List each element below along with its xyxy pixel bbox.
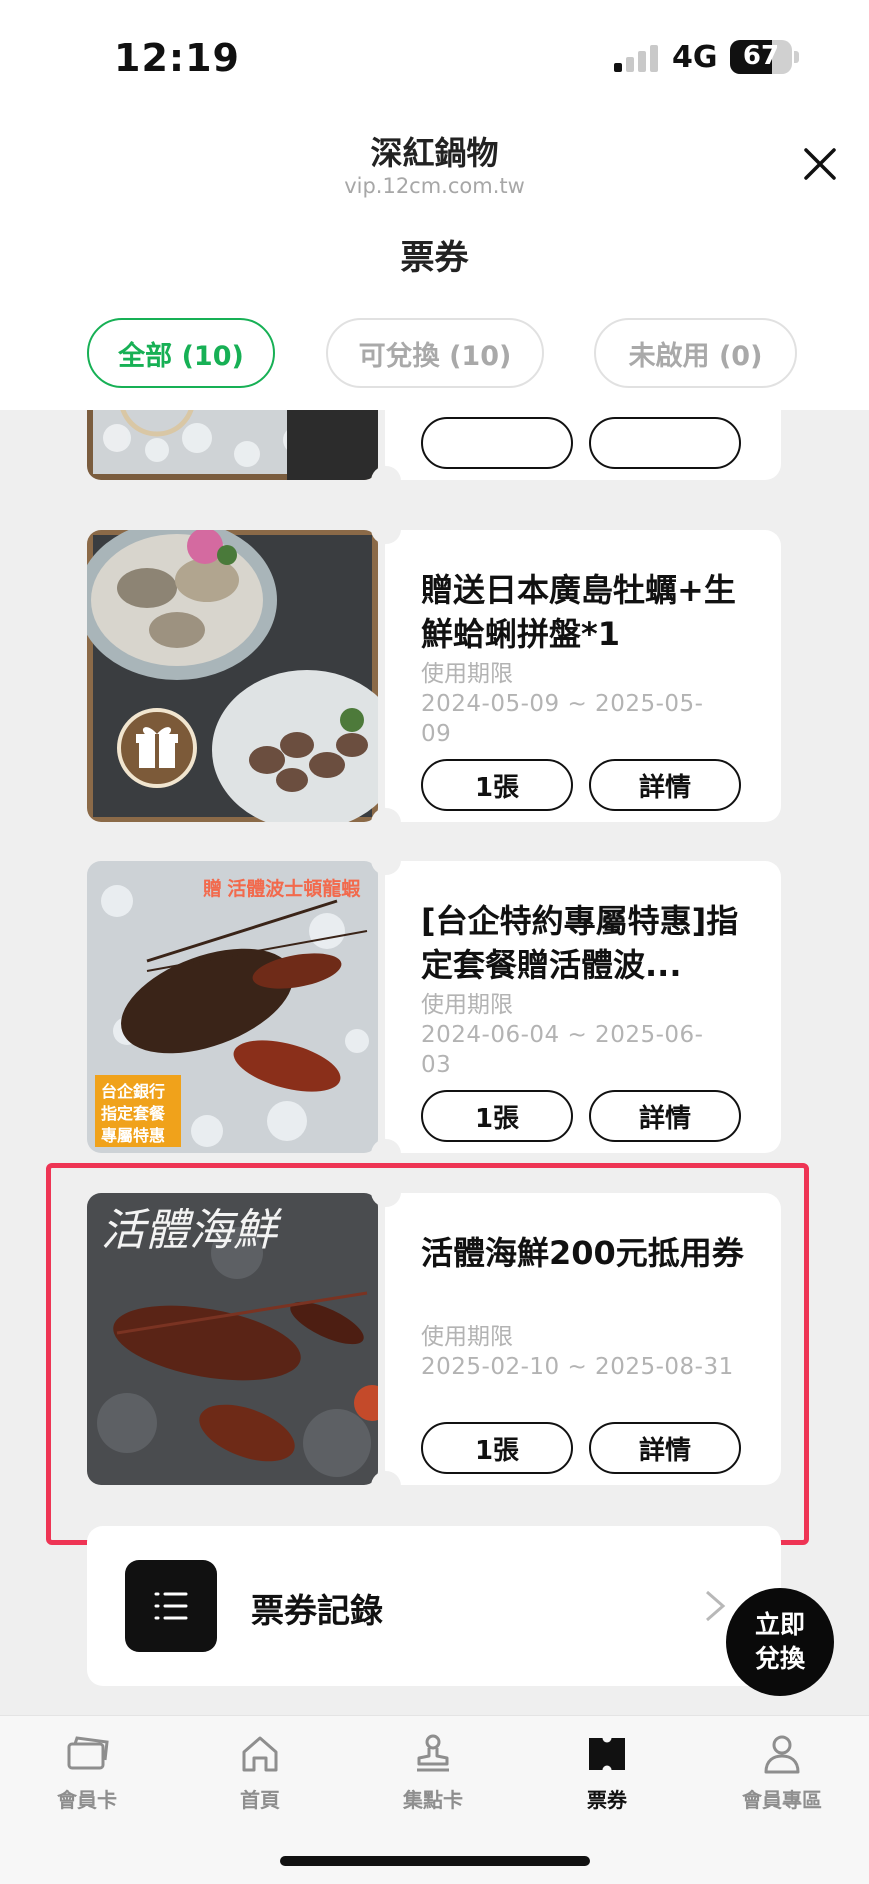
- coupon-period-label: 使用期限: [421, 1324, 513, 1350]
- coupon-image: [87, 410, 378, 480]
- network-type: 4G: [672, 40, 718, 75]
- coupon-period-label: 使用期限: [421, 992, 513, 1018]
- app-title: 深紅鍋物: [370, 134, 499, 172]
- member-card-icon: [67, 1736, 109, 1770]
- stamp-icon: [417, 1734, 449, 1772]
- person-icon: [764, 1735, 800, 1774]
- coupon-name: 贈送日本廣島牡蠣+生鮮蛤蜊拼盤*1: [421, 571, 736, 653]
- ticket-notch: [371, 514, 401, 544]
- detail-button[interactable]: [589, 417, 741, 469]
- nav-label: 會員卡: [57, 1788, 117, 1812]
- coupon-period-date-cont: 09: [421, 721, 452, 747]
- nav-tickets[interactable]: 票券: [537, 1730, 677, 1813]
- quantity-button[interactable]: 1張: [421, 759, 573, 811]
- ticket-icon: [589, 1733, 625, 1775]
- tab-inactive[interactable]: 未啟用 (0): [594, 318, 797, 388]
- coupon-period-label: 使用期限: [421, 661, 513, 687]
- status-bar: 12:19 4G 67: [0, 0, 869, 110]
- coupon-image-oyster: [87, 530, 378, 822]
- coupon-name: 活體海鮮200元抵用券: [421, 1234, 744, 1272]
- status-time: 12:19: [114, 36, 240, 80]
- tab-redeemable[interactable]: 可兌換 (10): [326, 318, 544, 388]
- chevron-right-icon: [706, 1590, 726, 1622]
- coupon-info: 活體海鮮200元抵用券 使用期限 2025-02-10 ~ 2025-08-31…: [385, 1193, 781, 1485]
- list-icon: [125, 1560, 217, 1652]
- coupon-card[interactable]: 活體海鮮 活體海鮮200元抵用券 使用期限 2025-02-10 ~ 2025-…: [87, 1177, 781, 1501]
- svg-text:專屬特惠: 專屬特惠: [101, 1126, 165, 1145]
- quantity-button[interactable]: 1張: [421, 1090, 573, 1142]
- nav-stamp-card[interactable]: 集點卡: [363, 1730, 503, 1813]
- detail-button[interactable]: 詳情: [589, 1422, 741, 1474]
- detail-button[interactable]: 詳情: [589, 1090, 741, 1142]
- close-button[interactable]: [796, 140, 844, 188]
- coupon-card[interactable]: 贈 活體波士頓龍蝦 台企銀行 指定套餐 專屬特惠 [台企特約專屬特惠]指定套餐贈…: [87, 845, 781, 1169]
- battery-nub: [794, 51, 799, 63]
- coupon-period-date: 2024-06-04 ~ 2025-06-: [421, 1022, 704, 1048]
- redeem-now-line2: 兌換: [754, 1644, 805, 1673]
- ticket-notch: [371, 1139, 401, 1169]
- coupon-image-seafood: 活體海鮮: [87, 1193, 378, 1485]
- coupon-list[interactable]: 贈送日本廣島牡蠣+生鮮蛤蜊拼盤*1 使用期限 2024-05-09 ~ 2025…: [0, 410, 869, 1715]
- ticket-records-row[interactable]: 票券記錄: [87, 1526, 781, 1686]
- coupon-info: 贈送日本廣島牡蠣+生鮮蛤蜊拼盤*1 使用期限 2024-05-09 ~ 2025…: [385, 530, 781, 822]
- coupon-period-date-cont: 03: [421, 1052, 452, 1078]
- close-icon: [804, 148, 836, 180]
- coupon-period-date: 2024-05-09 ~ 2025-05-: [421, 691, 704, 717]
- ticket-notch: [371, 466, 401, 496]
- home-indicator: [280, 1856, 590, 1866]
- nav-label: 會員專區: [742, 1788, 822, 1812]
- svg-text:台企銀行: 台企銀行: [101, 1082, 165, 1101]
- redeem-now-line1: 立即: [754, 1610, 805, 1639]
- quantity-button[interactable]: [421, 417, 573, 469]
- coupon-period-date: 2025-02-10 ~ 2025-08-31: [421, 1354, 734, 1380]
- page-title: 票券: [400, 238, 469, 278]
- coupon-card[interactable]: 贈送日本廣島牡蠣+生鮮蛤蜊拼盤*1 使用期限 2024-05-09 ~ 2025…: [87, 514, 781, 838]
- coupon-name: [台企特約專屬特惠]指定套餐贈活體波...: [421, 902, 739, 984]
- app-url: vip.12cm.com.tw: [344, 174, 525, 198]
- quantity-button[interactable]: 1張: [421, 1422, 573, 1474]
- coupon-info: [385, 410, 781, 480]
- nav-home[interactable]: 首頁: [190, 1730, 330, 1813]
- ticket-notch: [371, 1177, 401, 1207]
- battery-icon: 67: [730, 40, 792, 74]
- ticket-notch: [371, 845, 401, 875]
- tab-all[interactable]: 全部 (10): [87, 318, 275, 388]
- nav-member-card[interactable]: 會員卡: [17, 1730, 157, 1813]
- nav-label: 首頁: [240, 1788, 280, 1812]
- nav-label: 票券: [587, 1788, 627, 1812]
- coupon-image-lobster: 贈 活體波士頓龍蝦 台企銀行 指定套餐 專屬特惠: [87, 861, 378, 1153]
- nav-label: 集點卡: [403, 1788, 463, 1812]
- coupon-card-partial[interactable]: [87, 410, 781, 496]
- ticket-notch: [371, 808, 401, 838]
- svg-text:活體海鮮: 活體海鮮: [101, 1205, 283, 1256]
- ticket-notch: [371, 1471, 401, 1501]
- battery-level: 67: [742, 41, 780, 71]
- ticket-records-label: 票券記錄: [251, 1591, 383, 1630]
- signal-icon: [614, 44, 662, 72]
- coupon-info: [台企特約專屬特惠]指定套餐贈活體波... 使用期限 2024-06-04 ~ …: [385, 861, 781, 1153]
- nav-member-area[interactable]: 會員專區: [712, 1730, 852, 1813]
- image-caption: 贈 活體波士頓龍蝦: [203, 877, 361, 900]
- redeem-now-button[interactable]: 立即 兌換: [726, 1588, 834, 1696]
- detail-button[interactable]: 詳情: [589, 759, 741, 811]
- home-icon: [242, 1736, 278, 1772]
- svg-text:指定套餐: 指定套餐: [101, 1104, 166, 1123]
